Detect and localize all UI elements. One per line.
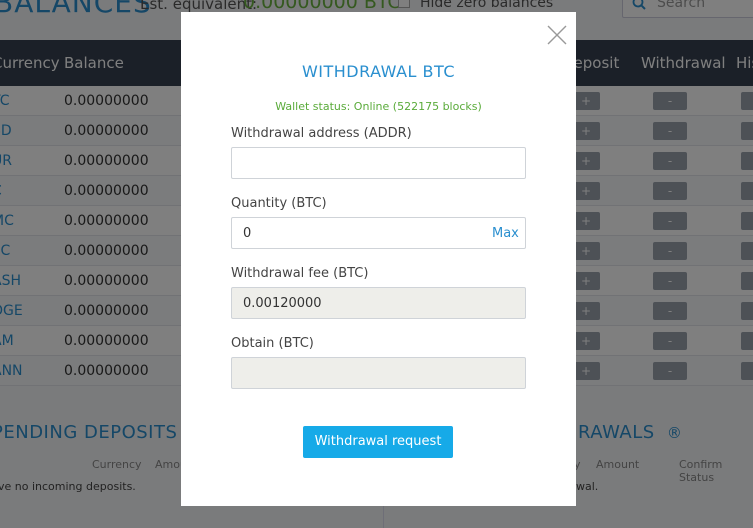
fee-label: Withdrawal fee (BTC) (231, 266, 369, 281)
max-link[interactable]: Max (492, 226, 519, 241)
withdrawal-fee-field (231, 287, 526, 319)
quantity-label: Quantity (BTC) (231, 196, 327, 211)
quantity-input[interactable] (231, 217, 526, 249)
address-label: Withdrawal address (ADDR) (231, 126, 412, 141)
modal-title: WITHDRAWAL BTC (301, 62, 456, 81)
withdrawal-address-input[interactable] (231, 147, 526, 179)
obtain-field (231, 357, 526, 389)
close-icon[interactable] (546, 24, 568, 46)
obtain-label: Obtain (BTC) (231, 336, 314, 351)
wallet-status: Wallet status: Online (522175 blocks) (275, 100, 482, 113)
withdrawal-modal: WITHDRAWAL BTC Wallet status: Online (52… (181, 12, 576, 506)
withdrawal-request-button[interactable]: Withdrawal request (303, 426, 453, 458)
